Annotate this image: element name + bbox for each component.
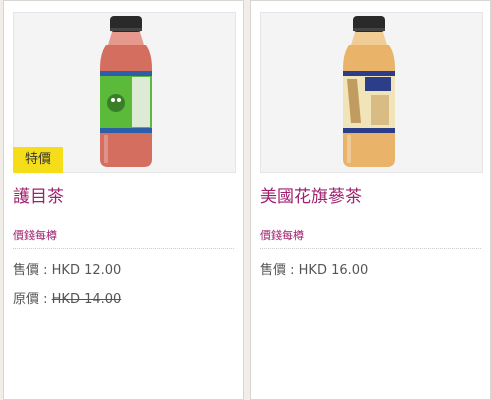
- product-title[interactable]: 美國花旗蔘茶: [260, 182, 362, 207]
- original-price-label: 原價 :: [13, 292, 52, 307]
- product-image[interactable]: [260, 12, 483, 173]
- product-card[interactable]: 美國花旗蔘茶 價錢每樽 售價 : HKD 16.00: [250, 0, 491, 400]
- sale-price-label: 售價 :: [13, 263, 52, 278]
- product-grid: 特價 護目茶 價錢每樽 售價 : HKD 12.00 原價 : HKD 14.0…: [0, 0, 491, 400]
- sale-price-value: HKD 12.00: [51, 263, 122, 278]
- original-price: 原價 : HKD 14.00: [13, 288, 121, 307]
- sale-price-value: HKD 16.00: [298, 263, 369, 278]
- price-per-bottle-note: 價錢每樽: [13, 229, 57, 242]
- divider: [260, 248, 481, 249]
- product-title[interactable]: 護目茶: [13, 182, 64, 207]
- sale-price: 售價 : HKD 12.00: [13, 259, 121, 278]
- price-per-bottle-note: 價錢每樽: [260, 229, 304, 242]
- bottle-image: [343, 16, 395, 167]
- original-price-value: HKD 14.00: [51, 292, 122, 307]
- divider: [13, 248, 234, 249]
- sale-price: 售價 : HKD 16.00: [260, 259, 368, 278]
- special-offer-badge: 特價: [13, 147, 63, 173]
- sale-price-label: 售價 :: [260, 263, 299, 278]
- product-card[interactable]: 特價 護目茶 價錢每樽 售價 : HKD 12.00 原價 : HKD 14.0…: [3, 0, 244, 400]
